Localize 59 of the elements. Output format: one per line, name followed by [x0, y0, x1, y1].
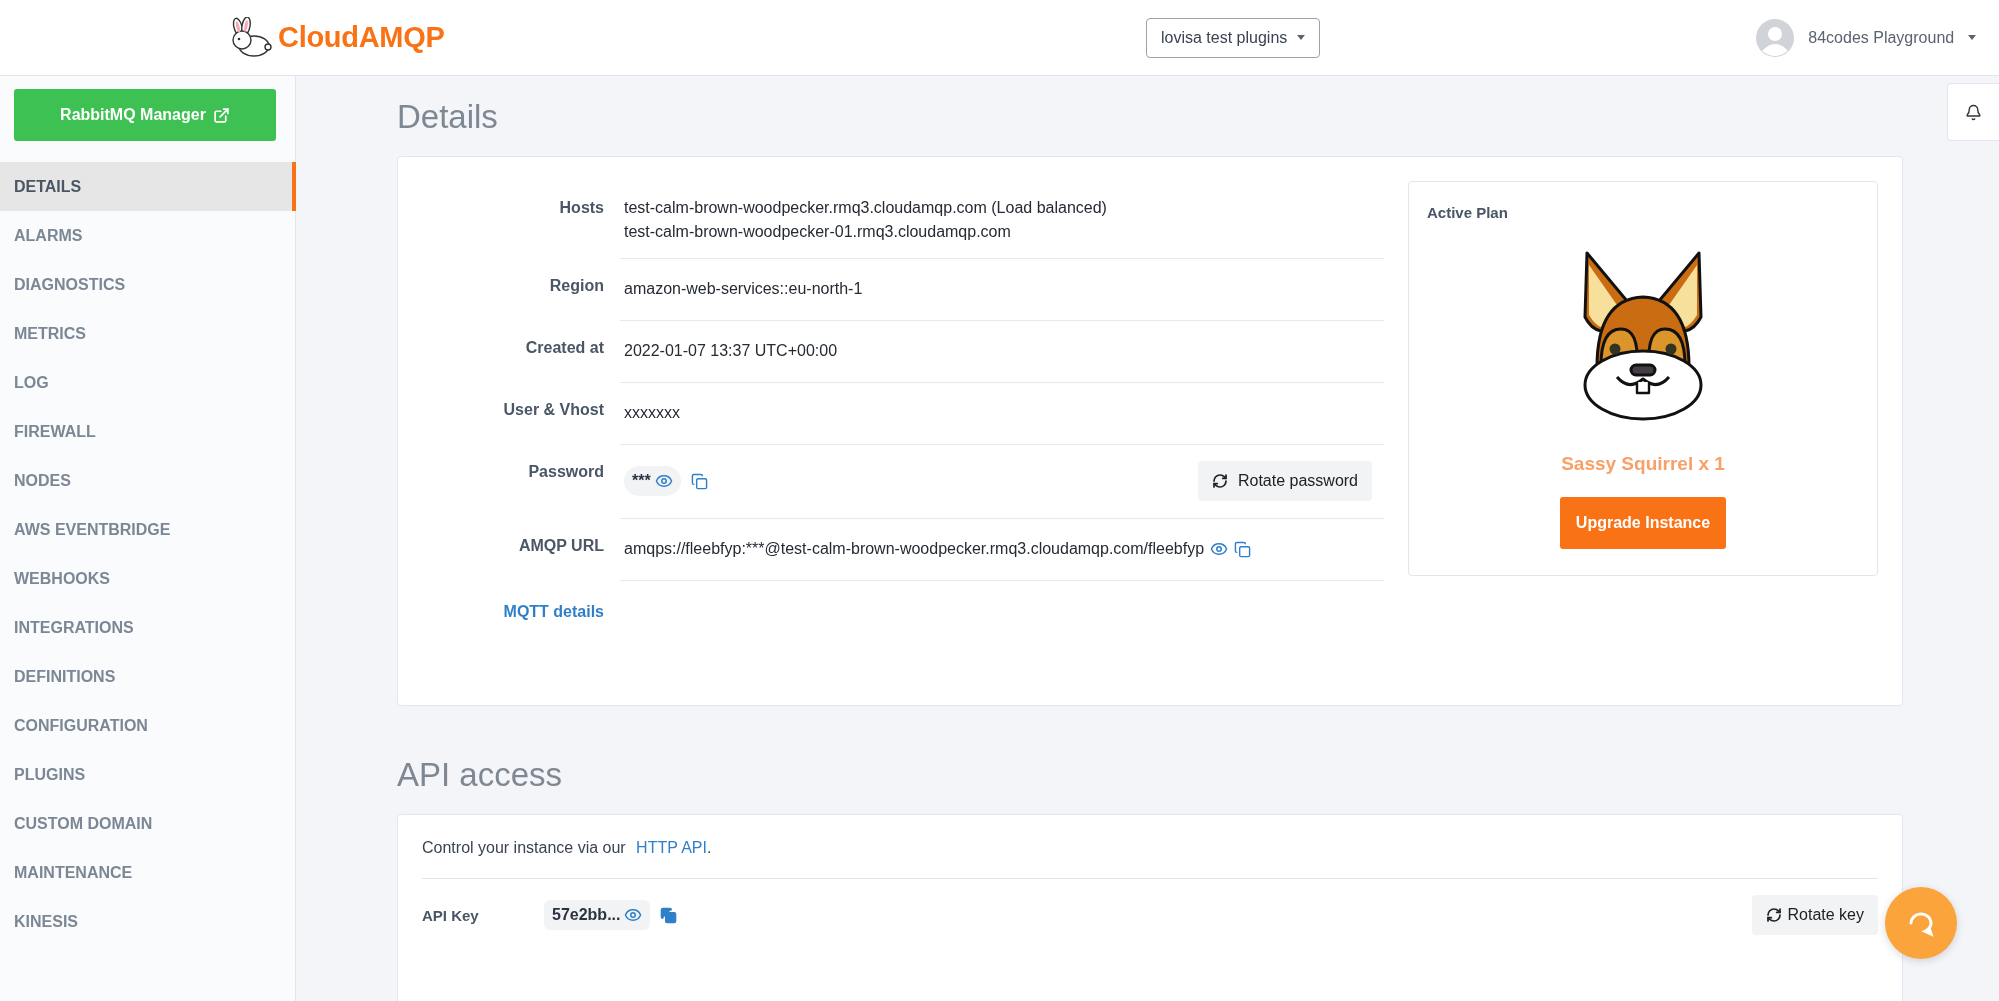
- copy-icon[interactable]: [690, 472, 708, 490]
- host-value: test-calm-brown-woodpecker-01.rmq3.cloudamqp.com: [624, 223, 1011, 241]
- sidebar-item[interactable]: LOG: [0, 358, 296, 407]
- field-value: amazon-web-services::eu-north-1: [624, 280, 863, 298]
- sidebar-item[interactable]: METRICS: [0, 309, 296, 358]
- sidebar-item[interactable]: WEBHOOKS: [0, 554, 296, 603]
- mqtt-details-link[interactable]: MQTT details: [503, 603, 604, 620]
- bell-icon: [1965, 103, 1982, 121]
- field-label: AMQP URL: [517, 536, 604, 556]
- avatar-icon: [1756, 18, 1795, 57]
- sidebar-item[interactable]: DIAGNOSTICS: [0, 260, 296, 309]
- intro-text: Control your instance via our HTTP API.: [422, 815, 1878, 879]
- plan-name: Sassy Squirrel x 1: [1561, 453, 1725, 475]
- amqp-url-value: amqps://fleebfyp:***@test-calm-brown-woodpecker.rmq3.cloudamqp.com/fleebfyp: [624, 540, 1205, 558]
- field-label: Hosts: [558, 198, 604, 218]
- rotate-password-button[interactable]: Rotate password: [1197, 461, 1372, 501]
- section-title: Details: [397, 98, 499, 136]
- account-menu[interactable]: 84codes Playground: [1756, 18, 1977, 57]
- sidebar-item[interactable]: NODES: [0, 456, 296, 505]
- sidebar-item[interactable]: DEFINITIONS: [0, 652, 296, 701]
- upgrade-instance-button[interactable]: Upgrade Instance: [1559, 497, 1727, 549]
- caret-icon: [1297, 35, 1306, 40]
- field-value: xxxxxxx: [624, 404, 680, 422]
- sidebar-item[interactable]: AWS EVENTBRIDGE: [0, 505, 296, 554]
- sidebar-item[interactable]: FIREWALL: [0, 407, 296, 456]
- eye-icon[interactable]: [1210, 540, 1229, 558]
- sidebar-item[interactable]: MAINTENANCE: [0, 848, 296, 897]
- password-value: ***: [624, 466, 681, 496]
- external-link-icon: [212, 106, 230, 124]
- sidebar-item[interactable]: CUSTOM DOMAIN: [0, 799, 296, 848]
- copy-icon[interactable]: [660, 906, 678, 924]
- rotate-key-button[interactable]: Rotate key: [1751, 895, 1878, 935]
- notifications-button[interactable]: [1947, 83, 1999, 141]
- field-label: Region: [548, 276, 604, 296]
- sidebar-item[interactable]: ALARMS: [0, 211, 296, 260]
- copy-icon[interactable]: [1234, 540, 1252, 558]
- http-api-link[interactable]: HTTP API: [636, 839, 707, 856]
- field-value: 2022-01-07 13:37 UTC+00:00: [624, 342, 838, 360]
- sidebar-item[interactable]: PLUGINS: [0, 750, 296, 799]
- refresh-icon: [1765, 907, 1782, 923]
- plan-title: Active Plan: [1427, 204, 1508, 221]
- instance-select[interactable]: lovisa test plugins: [1146, 17, 1321, 58]
- brand-name: CloudAMQP: [278, 21, 445, 54]
- sidebar-item[interactable]: KINESIS: [0, 897, 296, 946]
- eye-icon[interactable]: [654, 472, 673, 490]
- rabbitmq-manager-button[interactable]: RabbitMQ Manager: [14, 89, 276, 141]
- sidebar-item[interactable]: INTEGRATIONS: [0, 603, 296, 652]
- sidebar-item[interactable]: DETAILS: [0, 162, 296, 211]
- eye-icon[interactable]: [624, 906, 643, 924]
- field-label: Created at: [524, 338, 604, 358]
- sidebar-item[interactable]: CONFIGURATION: [0, 701, 296, 750]
- section-title: API access: [397, 756, 564, 794]
- refresh-icon: [1211, 473, 1228, 489]
- host-value: test-calm-brown-woodpecker.rmq3.cloudamqp.com (Load balanced): [624, 199, 1107, 217]
- field-label: User & Vhost: [502, 400, 604, 420]
- field-label: Password: [527, 462, 604, 482]
- api-key-value: 57e2bb...: [544, 900, 651, 930]
- api-key-label: API Key: [422, 906, 480, 924]
- caret-icon: [1968, 35, 1977, 40]
